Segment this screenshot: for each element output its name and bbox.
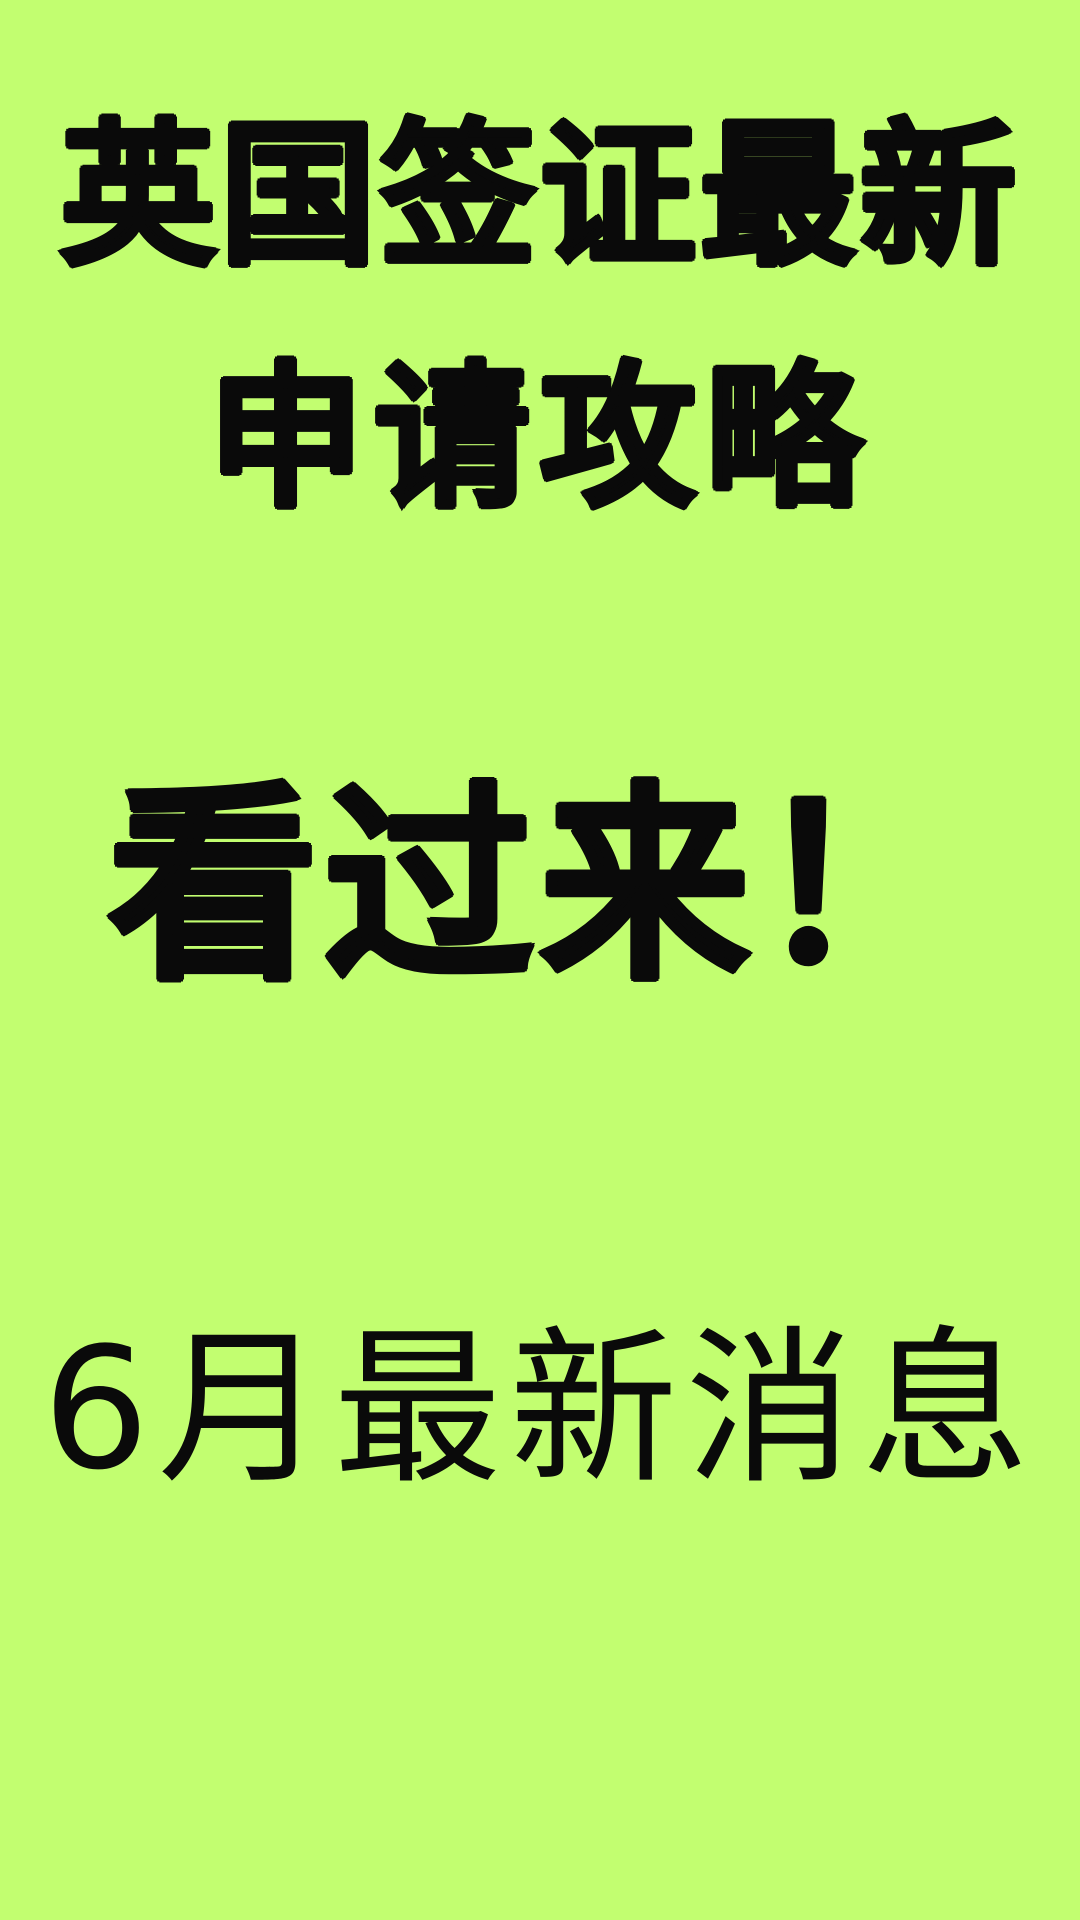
call-to-action-text: 看过来！ <box>106 764 972 1009</box>
subtitle-text: 6月最新消息 <box>42 1311 1038 1507</box>
poster-background: 英国签证最新 申请攻略 看过来！ 6月最新消息 <box>0 0 1080 1920</box>
headline-line-1: 英国签证最新 <box>58 105 1020 287</box>
headline-line-2: 申请攻略 <box>206 347 872 529</box>
